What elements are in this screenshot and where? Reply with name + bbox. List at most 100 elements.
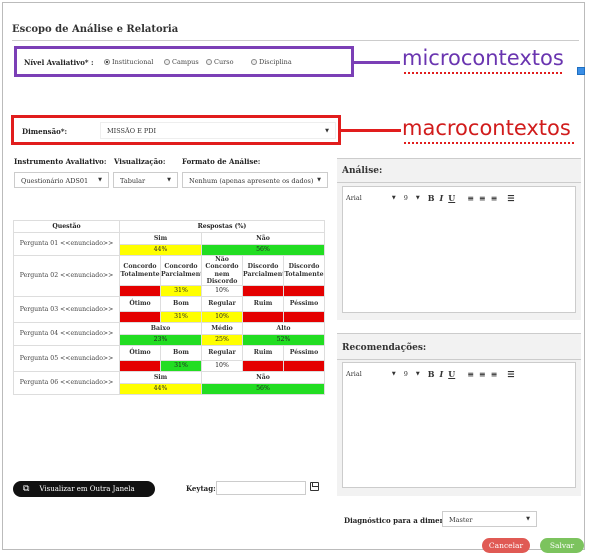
save-disk-icon[interactable]: [310, 482, 319, 491]
response-value: 31%: [160, 311, 202, 323]
align-right-icon[interactable]: ≡: [491, 193, 498, 203]
save-button[interactable]: Salvar: [540, 538, 584, 553]
analise-divider: [337, 158, 581, 159]
align-center-icon[interactable]: ≡: [479, 369, 486, 379]
response-value: [283, 311, 325, 323]
response-value: 10%: [201, 311, 243, 323]
underline-button[interactable]: U: [448, 369, 455, 379]
size-select[interactable]: 9 ▼: [404, 194, 420, 202]
font-select[interactable]: Arial ▼: [346, 194, 396, 202]
response-header: Bom: [160, 296, 202, 312]
response-header: Não: [201, 371, 325, 384]
radio-dot-icon: [251, 59, 257, 65]
align-left-icon[interactable]: ≡: [467, 369, 474, 379]
response-header: Discordo Totalmente: [283, 255, 325, 286]
italic-button[interactable]: I: [439, 193, 443, 203]
external-link-icon: ⧉: [23, 484, 30, 494]
align-center-icon[interactable]: ≡: [479, 193, 486, 203]
response-value: [242, 285, 284, 297]
response-value: [242, 311, 284, 323]
response-header: Ótimo: [119, 345, 161, 361]
keytag-input[interactable]: [216, 481, 306, 495]
radio-campus[interactable]: Campus: [164, 58, 199, 66]
recomendacoes-editor[interactable]: [342, 362, 576, 488]
response-value: 31%: [160, 360, 202, 372]
italic-button[interactable]: I: [439, 369, 443, 379]
list-icon[interactable]: ☰: [507, 193, 514, 203]
response-value: [283, 285, 325, 297]
question-cell: Pergunta 04 <<enunciado>>: [13, 322, 120, 346]
response-header: Concordo Totalmente: [119, 255, 161, 286]
results-table: Questão Respostas (%) Pergunta 01 <<enun…: [13, 220, 325, 395]
response-header: Ruim: [242, 296, 284, 312]
table-row: Pergunta 01 <<enunciado>> Sim Não: [13, 232, 325, 256]
dimensao-select[interactable]: MISSÃO E PDI ▼: [100, 122, 336, 139]
col-question-header: Questão: [13, 220, 120, 233]
analise-title: Análise:: [342, 166, 383, 176]
response-value: 44%: [119, 244, 202, 256]
response-header: Baixo: [119, 322, 202, 335]
response-value: 56%: [201, 383, 325, 395]
response-value: 23%: [119, 334, 202, 346]
expand-icon[interactable]: [577, 67, 585, 75]
page-title: Escopo de Análise e Relatoria: [12, 24, 179, 35]
micro-annotation: microcontextos: [402, 46, 564, 70]
diagnostico-select[interactable]: Master ▼: [442, 511, 537, 527]
bold-button[interactable]: B: [428, 369, 435, 379]
recomendacoes-title: Recomendações:: [342, 343, 427, 353]
title-divider: [12, 40, 579, 41]
response-value: 10%: [201, 360, 243, 372]
visualizacao-select[interactable]: Tabular ▼: [113, 172, 178, 188]
cancel-button[interactable]: Cancelar: [482, 538, 530, 553]
chevron-down-icon: ▼: [391, 195, 396, 201]
recomendacoes-toolbar: Arial ▼ 9 ▼ B I U ≡ ≡ ≡ ☰: [346, 369, 519, 379]
micro-pointer-line: [354, 61, 400, 64]
response-header: Péssimo: [283, 345, 325, 361]
table-row: Pergunta 05 <<enunciado>> Ótimo Bom Regu…: [13, 345, 325, 372]
analise-toolbar: Arial ▼ 9 ▼ B I U ≡ ≡ ≡ ☰: [346, 193, 519, 203]
question-cell: Pergunta 05 <<enunciado>>: [13, 345, 120, 372]
response-header: Sim: [119, 232, 202, 245]
open-window-button[interactable]: ⧉ Visualizar em Outra Janela: [13, 481, 155, 497]
question-cell: Pergunta 06 <<enunciado>>: [13, 371, 120, 395]
radio-disciplina[interactable]: Disciplina: [251, 58, 292, 66]
question-cell: Pergunta 01 <<enunciado>>: [13, 232, 120, 256]
analise-title-divider: [337, 182, 581, 183]
table-row: Pergunta 06 <<enunciado>> Sim Não: [13, 371, 325, 395]
nivel-label: Nível Avaliativo* :: [24, 58, 94, 67]
response-header: Sim: [119, 371, 202, 384]
response-header: Péssimo: [283, 296, 325, 312]
underline-button[interactable]: U: [448, 193, 455, 203]
chevron-down-icon: ▼: [167, 177, 171, 183]
instrumento-select[interactable]: Questionário ADS01 ▼: [14, 172, 109, 188]
bold-button[interactable]: B: [428, 193, 435, 203]
chevron-down-icon: ▼: [526, 516, 530, 522]
response-value: 31%: [160, 285, 202, 297]
response-header: Ótimo: [119, 296, 161, 312]
size-select[interactable]: 9 ▼: [404, 370, 420, 378]
chevron-down-icon: ▼: [415, 195, 420, 201]
font-select[interactable]: Arial ▼: [346, 370, 396, 378]
macro-annotation: macrocontextos: [402, 116, 571, 140]
align-left-icon[interactable]: ≡: [467, 193, 474, 203]
radio-curso[interactable]: Curso: [206, 58, 234, 66]
response-value: 56%: [201, 244, 325, 256]
align-right-icon[interactable]: ≡: [491, 369, 498, 379]
list-icon[interactable]: ☰: [507, 369, 514, 379]
response-value: 10%: [201, 285, 243, 297]
macro-pointer-line: [341, 129, 401, 132]
response-header: Discordo Parcialmente: [242, 255, 284, 286]
recomendacoes-title-divider: [337, 359, 581, 360]
analise-editor[interactable]: [342, 186, 576, 313]
radio-institucional[interactable]: Institucional: [104, 58, 153, 66]
response-header: Ruim: [242, 345, 284, 361]
micro-underline: [404, 72, 564, 74]
response-header: Não: [201, 232, 325, 245]
table-row: Pergunta 03 <<enunciado>> Ótimo Bom Regu…: [13, 296, 325, 323]
formato-select[interactable]: Nenhum (apenas apresente os dados) ▼: [182, 172, 328, 188]
radio-dot-on-icon: [104, 59, 110, 65]
visualizacao-label: Visualização:: [114, 157, 166, 166]
response-header: Regular: [201, 296, 243, 312]
response-header: Bom: [160, 345, 202, 361]
question-cell: Pergunta 02 <<enunciado>>: [13, 255, 120, 297]
